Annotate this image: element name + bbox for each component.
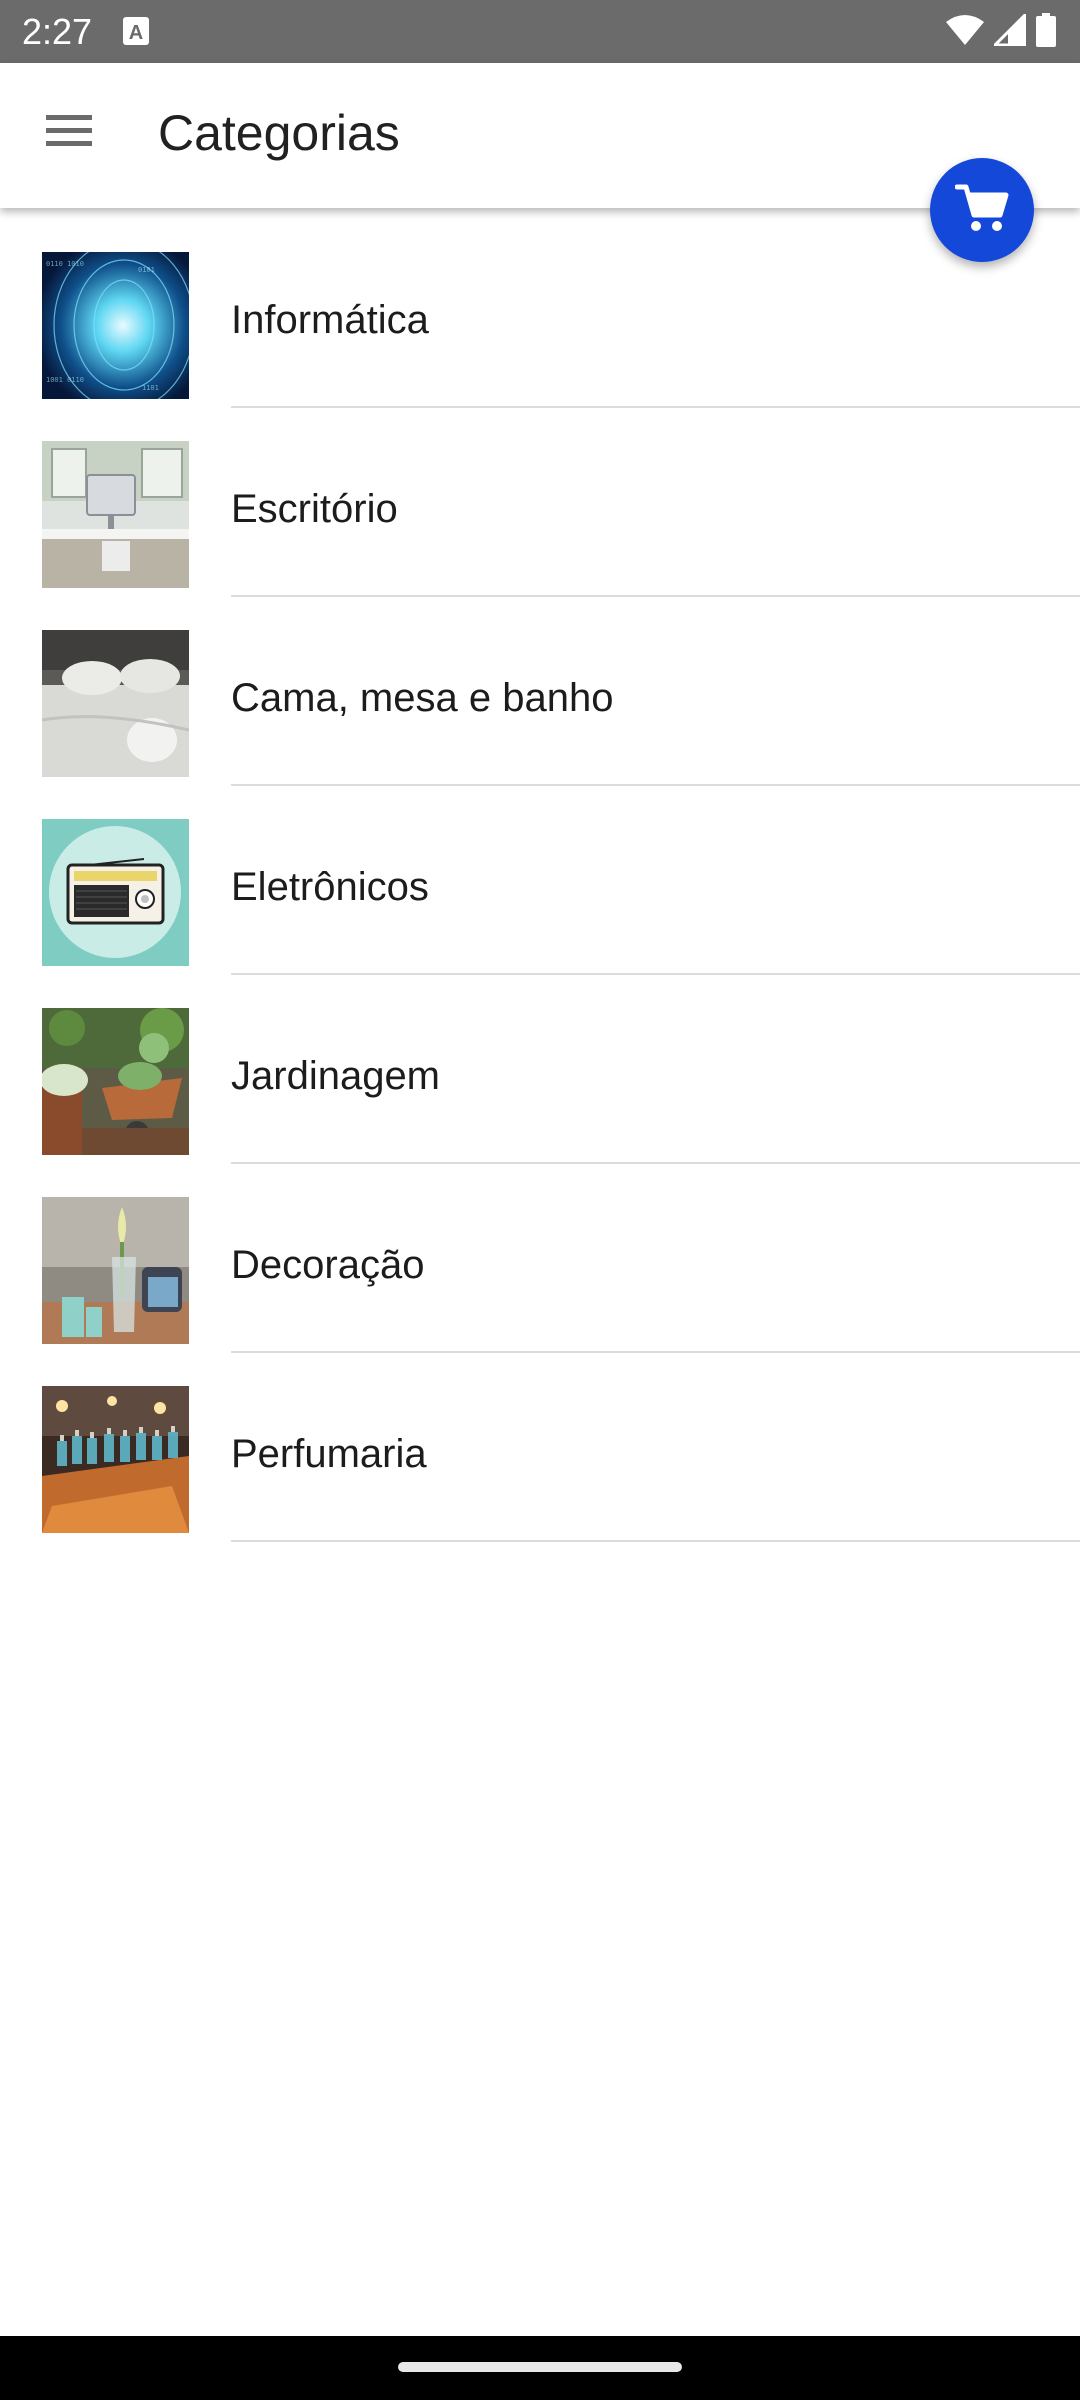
- screen: 2:27 A Categorias 0110 1010 1001 0110 01…: [0, 0, 1080, 2400]
- category-label: Perfumaria: [231, 1432, 427, 1476]
- digital-tunnel-image: 0110 1010 1001 0110 0101 1101: [42, 252, 189, 399]
- category-item-cama-mesa-banho[interactable]: Cama, mesa e banho: [0, 597, 1080, 786]
- status-bar: 2:27 A: [0, 0, 1080, 63]
- category-item-informatica[interactable]: 0110 1010 1001 0110 0101 1101 Informátic…: [0, 219, 1080, 408]
- category-item-eletronicos[interactable]: Eletrônicos: [0, 786, 1080, 975]
- svg-text:1101: 1101: [142, 384, 159, 392]
- svg-text:1001 0110: 1001 0110: [46, 376, 84, 384]
- text-a-icon: A: [122, 16, 150, 46]
- app-bar: Categorias: [0, 63, 1080, 208]
- category-item-jardinagem[interactable]: Jardinagem: [0, 975, 1080, 1164]
- shopping-cart-icon: [954, 183, 1009, 238]
- divider: [231, 1540, 1080, 1542]
- svg-text:0110 1010: 0110 1010: [46, 260, 84, 268]
- category-label: Jardinagem: [231, 1054, 441, 1098]
- category-label: Cama, mesa e banho: [231, 676, 614, 720]
- home-gesture-handle[interactable]: [398, 2362, 682, 2372]
- category-item-perfumaria[interactable]: Perfumaria: [0, 1353, 1080, 1542]
- status-time: 2:27: [22, 11, 93, 52]
- category-item-decoracao[interactable]: Decoração: [0, 1164, 1080, 1353]
- category-label: Escritório: [231, 487, 398, 531]
- cart-fab-button[interactable]: [930, 158, 1034, 262]
- garden-wheelbarrow-image: [42, 1008, 189, 1155]
- decor-vase-candles-image: [42, 1197, 189, 1344]
- svg-text:0101: 0101: [138, 266, 155, 274]
- battery-icon: [1036, 12, 1056, 52]
- category-item-escritorio[interactable]: Escritório: [0, 408, 1080, 597]
- bedroom-pillows-image: [42, 630, 189, 777]
- signal-icon: [991, 10, 1027, 51]
- category-label: Decoração: [231, 1243, 425, 1287]
- svg-text:A: A: [129, 22, 143, 44]
- status-icons: [946, 10, 1056, 52]
- category-list: 0110 1010 1001 0110 0101 1101 Informátic…: [0, 219, 1080, 1542]
- perfume-bottles-image: [42, 1386, 189, 1533]
- category-label: Informática: [231, 298, 429, 342]
- navigation-bar: [0, 2336, 1080, 2400]
- category-label: Eletrônicos: [231, 865, 429, 909]
- office-desk-image: [42, 441, 189, 588]
- wifi-icon: [946, 14, 984, 51]
- hamburger-menu-icon[interactable]: [44, 111, 94, 151]
- radio-image: [42, 819, 189, 966]
- page-title: Categorias: [158, 105, 400, 161]
